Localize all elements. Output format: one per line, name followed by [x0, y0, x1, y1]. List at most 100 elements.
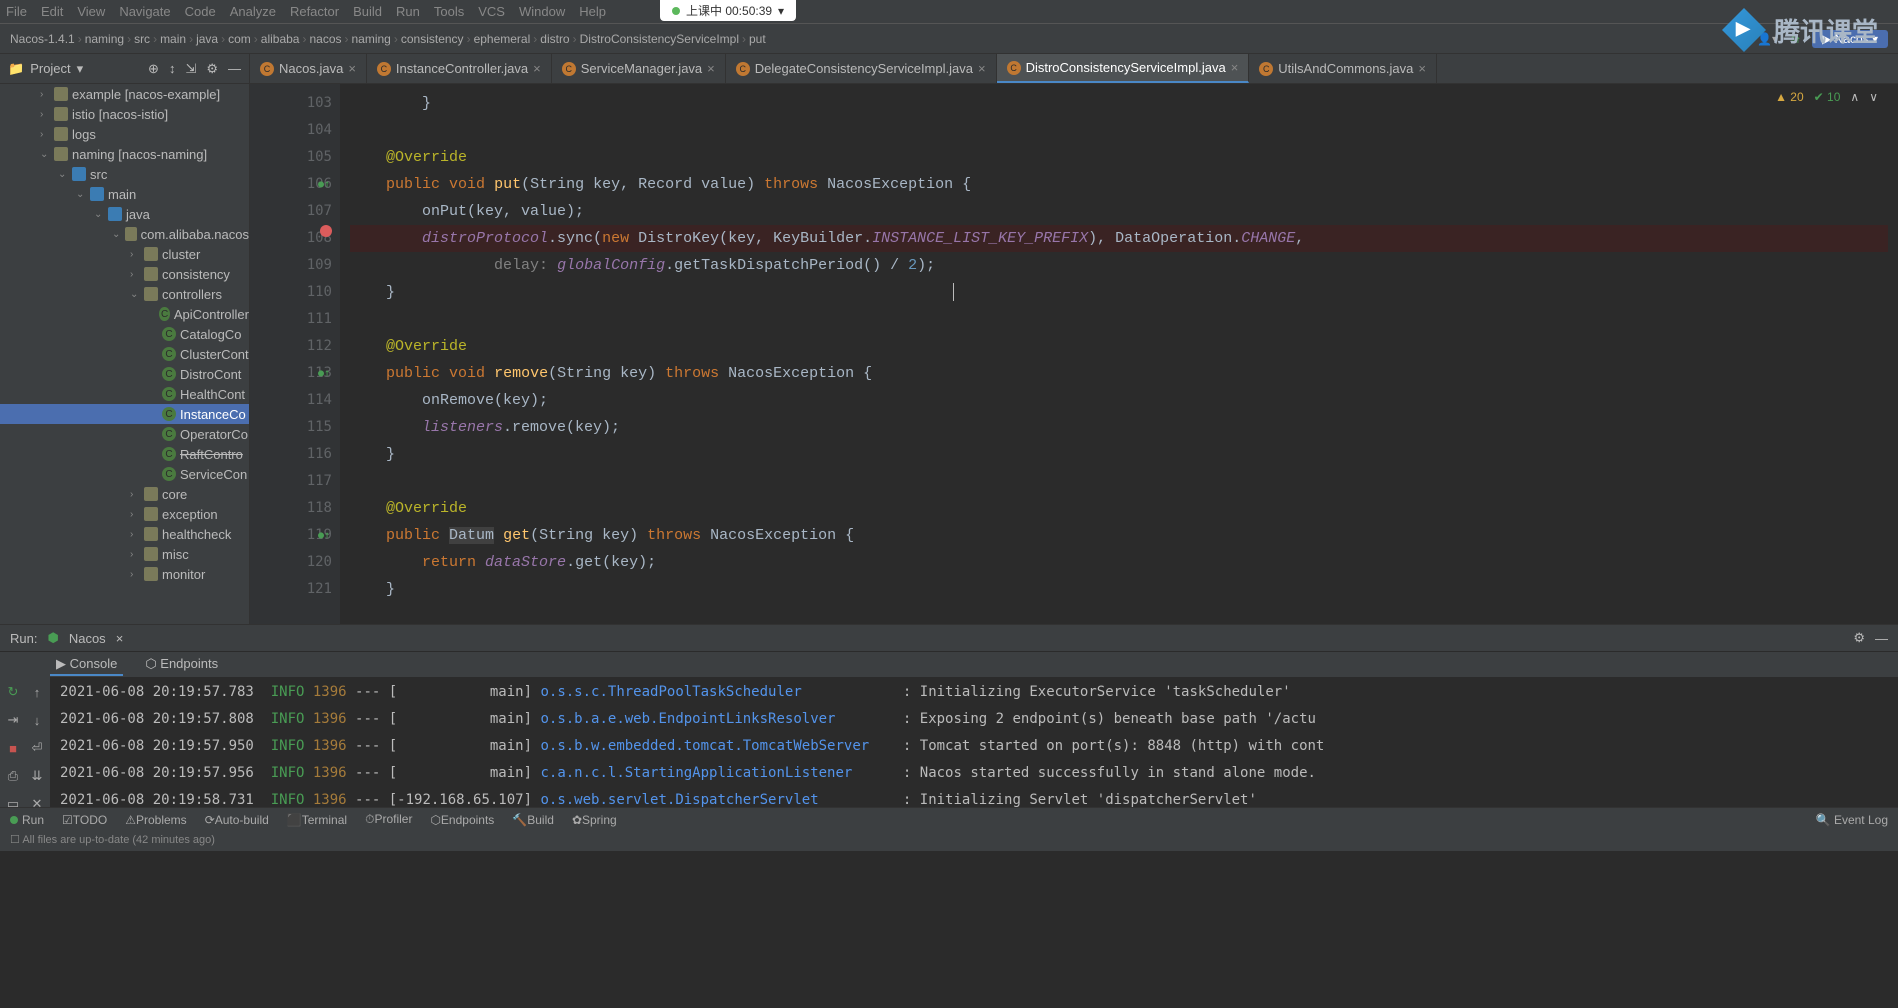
menu-run[interactable]: Run [396, 4, 420, 19]
tree-item[interactable]: ⌄src [0, 164, 249, 184]
tree-item[interactable]: ⌄com.alibaba.nacos [0, 224, 249, 244]
console-output[interactable]: 2021-06-08 20:19:57.783 INFO 1396 --- [ … [50, 677, 1898, 807]
editor-tab[interactable]: CNacos.java× [250, 54, 367, 83]
statusbar-build[interactable]: 🔨Build [512, 813, 554, 827]
statusbar-problems[interactable]: ⚠Problems [125, 813, 186, 827]
menu-navigate[interactable]: Navigate [119, 4, 170, 19]
tree-item[interactable]: CApiController [0, 304, 249, 324]
menu-analyze[interactable]: Analyze [230, 4, 276, 19]
close-icon[interactable]: × [533, 61, 541, 76]
hide-icon[interactable]: — [1875, 631, 1888, 646]
statusbar-endpoints[interactable]: ⬡Endpoints [430, 813, 494, 827]
project-tree[interactable]: ›example [nacos-example]›istio [nacos-is… [0, 84, 250, 624]
close-icon[interactable]: × [1418, 61, 1426, 76]
editor-tab[interactable]: CDelegateConsistencyServiceImpl.java× [726, 54, 997, 83]
clear-icon[interactable]: ✕ [28, 795, 46, 813]
breadcrumb-item[interactable]: main [160, 32, 186, 46]
menu-code[interactable]: Code [185, 4, 216, 19]
settings-icon[interactable]: ⚙ [206, 61, 218, 77]
tree-item[interactable]: CCatalogCo [0, 324, 249, 344]
breadcrumb-item[interactable]: Nacos-1.4.1 [10, 32, 75, 46]
menu-view[interactable]: View [77, 4, 105, 19]
scroll-icon[interactable]: ⇊ [28, 767, 46, 785]
tree-item[interactable]: CServiceCon [0, 464, 249, 484]
project-tool-header[interactable]: 📁 Project ▾ ⊕ ↕ ⇲ ⚙ — [0, 54, 250, 83]
rerun-icon[interactable]: ↻ [4, 683, 22, 701]
tree-item[interactable]: ›cluster [0, 244, 249, 264]
breadcrumb-item[interactable]: com [228, 32, 251, 46]
editor-tab[interactable]: CServiceManager.java× [552, 54, 726, 83]
run-settings-icon[interactable]: ⚙ [1853, 630, 1865, 646]
statusbar-run[interactable]: Run [10, 813, 44, 827]
tree-item[interactable]: ⌄java [0, 204, 249, 224]
collapse-icon[interactable]: ⇲ [185, 61, 196, 77]
statusbar-spring[interactable]: ✿Spring [572, 813, 617, 827]
tree-item[interactable]: ›istio [nacos-istio] [0, 104, 249, 124]
tree-item[interactable]: ›monitor [0, 564, 249, 584]
hide-icon[interactable]: — [228, 61, 241, 77]
tree-item[interactable]: COperatorCo [0, 424, 249, 444]
down-icon[interactable]: ↓ [28, 711, 46, 729]
breadcrumb-item[interactable]: DistroConsistencyServiceImpl [580, 32, 739, 46]
tree-item[interactable]: ›consistency [0, 264, 249, 284]
layout-icon[interactable]: ▭ [4, 795, 22, 813]
stop-icon[interactable]: ■ [4, 739, 22, 757]
tree-item[interactable]: ›exception [0, 504, 249, 524]
menu-tools[interactable]: Tools [434, 4, 464, 19]
breadcrumb-item[interactable]: nacos [309, 32, 341, 46]
run-tab-endpoints[interactable]: ⬡ Endpoints [139, 654, 224, 676]
tree-item[interactable]: ›healthcheck [0, 524, 249, 544]
event-log[interactable]: 🔍 Event Log [1816, 813, 1888, 827]
code-content[interactable]: } @Override public void put(String key, … [340, 84, 1898, 624]
breadcrumb-item[interactable]: put [749, 32, 766, 46]
status-bar[interactable]: Run ☑TODO ⚠Problems ⟳Auto-build ⬛Terminal ⏱Pr… [0, 807, 1898, 831]
statusbar-todo[interactable]: ☑TODO [62, 813, 107, 827]
breadcrumb-item[interactable]: src [134, 32, 150, 46]
editor-tab[interactable]: CInstanceController.java× [367, 54, 552, 83]
statusbar-profiler[interactable]: ⏱Profiler [365, 812, 412, 827]
wrap-icon[interactable]: ⏎ [28, 739, 46, 757]
up-icon[interactable]: ↑ [28, 683, 46, 701]
statusbar-terminal[interactable]: ⬛Terminal [287, 813, 347, 827]
breadcrumb-item[interactable]: alibaba [261, 32, 300, 46]
menu-edit[interactable]: Edit [41, 4, 63, 19]
menu-window[interactable]: Window [519, 4, 565, 19]
tree-item[interactable]: ⌄controllers [0, 284, 249, 304]
tree-item[interactable]: ⌄naming [nacos-naming] [0, 144, 249, 164]
statusbar-auto-build[interactable]: ⟳Auto-build [205, 813, 269, 827]
editor-tab[interactable]: CUtilsAndCommons.java× [1249, 54, 1437, 83]
dump-icon[interactable]: ⎙ [4, 767, 22, 785]
menu-help[interactable]: Help [579, 4, 606, 19]
breadcrumb-item[interactable]: distro [540, 32, 569, 46]
tree-item[interactable]: CInstanceCo [0, 404, 249, 424]
main-menu[interactable]: File Edit View Navigate Code Analyze Refactor B… [0, 0, 1898, 24]
target-icon[interactable]: ⊕ [148, 61, 159, 77]
menu-file[interactable]: File [6, 4, 27, 19]
tree-item[interactable]: CClusterCont [0, 344, 249, 364]
breadcrumb-item[interactable]: naming [352, 32, 391, 46]
menu-build[interactable]: Build [353, 4, 382, 19]
code-editor[interactable]: ▲ 20 ✔ 10 ∧∨ 103104105106●↑1071081091101… [250, 84, 1898, 624]
breadcrumb-item[interactable]: ephemeral [474, 32, 531, 46]
menu-refactor[interactable]: Refactor [290, 4, 339, 19]
close-icon[interactable]: × [707, 61, 715, 76]
editor-tab[interactable]: CDistroConsistencyServiceImpl.java× [997, 54, 1250, 83]
tree-item[interactable]: ⌄main [0, 184, 249, 204]
run-tab-console[interactable]: ▶ Console [50, 654, 123, 676]
breakpoint-icon[interactable] [320, 225, 332, 237]
tree-item[interactable]: CRaftContro [0, 444, 249, 464]
tree-item[interactable]: ›example [nacos-example] [0, 84, 249, 104]
close-icon[interactable]: × [1231, 60, 1239, 75]
run-tabs[interactable]: ▶ Console ⬡ Endpoints [0, 651, 1898, 677]
breadcrumb-item[interactable]: naming [85, 32, 124, 46]
tree-item[interactable]: ›misc [0, 544, 249, 564]
close-icon[interactable]: × [116, 631, 124, 646]
tree-item[interactable]: ›logs [0, 124, 249, 144]
close-icon[interactable]: × [348, 61, 356, 76]
menu-vcs[interactable]: VCS [478, 4, 505, 19]
tree-item[interactable]: CDistroCont [0, 364, 249, 384]
attach-icon[interactable]: ⇥ [4, 711, 22, 729]
breadcrumb-item[interactable]: java [196, 32, 218, 46]
tree-item[interactable]: ›core [0, 484, 249, 504]
breadcrumb-item[interactable]: consistency [401, 32, 464, 46]
